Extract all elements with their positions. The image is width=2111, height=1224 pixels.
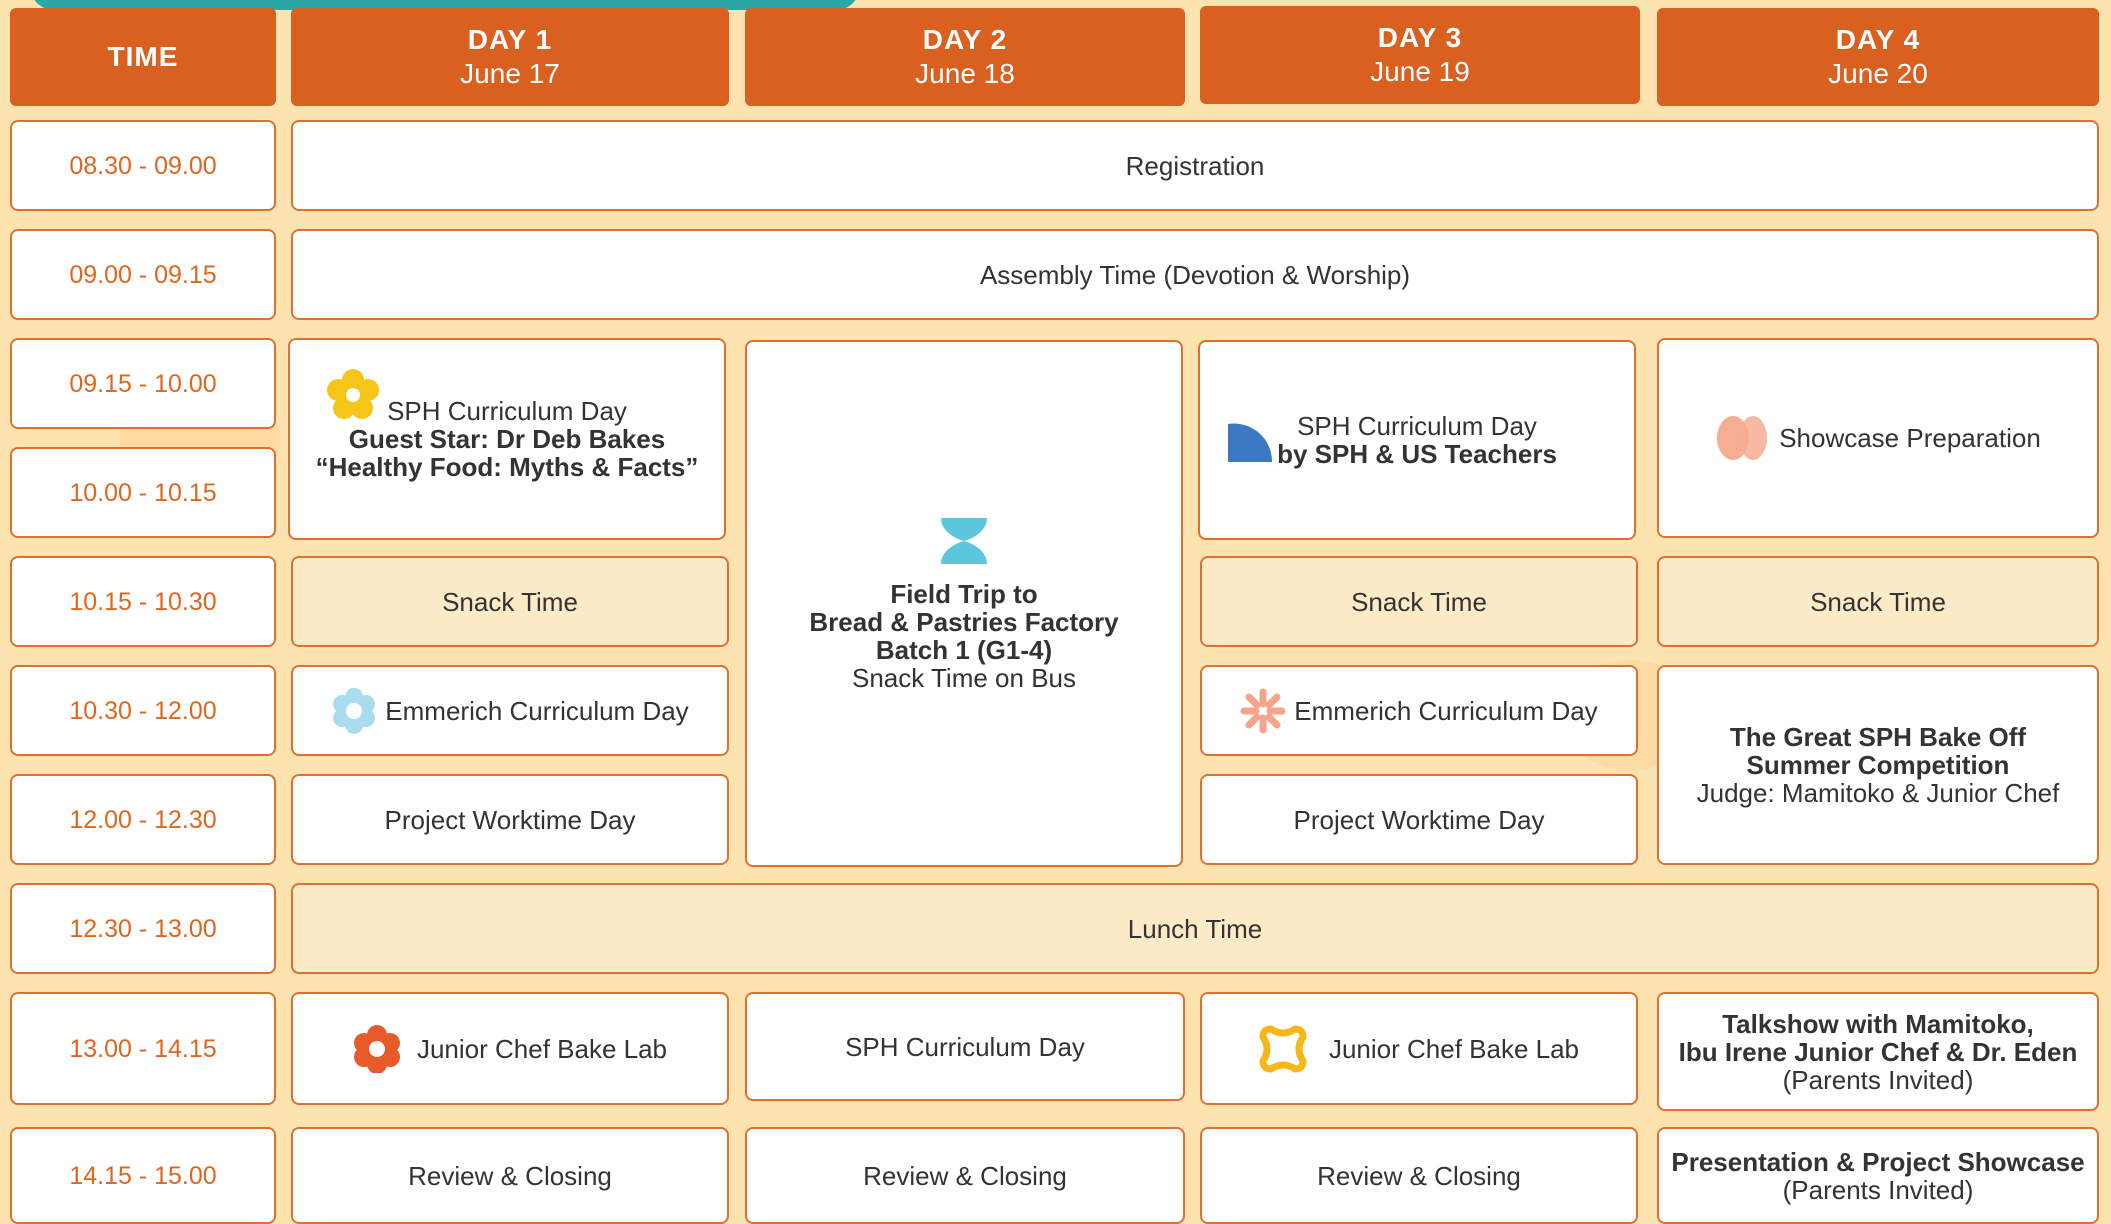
day4-talkshow-event: Talkshow with Mamitoko, Ibu Irene Junior… [1657,992,2099,1111]
time-slot: 08.30 - 09.00 [10,120,276,211]
time-slot-label: 10.15 - 10.30 [69,587,217,616]
time-slot: 10.30 - 12.00 [10,665,276,756]
day1-bakelab-event: Junior Chef Bake Lab [291,992,729,1105]
assembly-event: Assembly Time (Devotion & Worship) [291,229,2099,320]
event-note: (Parents Invited) [1782,1064,1974,1095]
event-title: Ibu Irene Junior Chef & Dr. Eden [1678,1036,2078,1067]
event-label: Snack Time [1810,586,1946,617]
peach-petals-icon [1717,416,1768,460]
day-4-header: DAY 4 June 20 [1657,8,2099,106]
lunch-event: Lunch Time [291,883,2099,974]
event-label: Emmerich Curriculum Day [1294,695,1598,726]
day4-snack-event: Snack Time [1657,556,2099,647]
day-date: June 17 [460,58,560,89]
day-3-header: DAY 3 June 19 [1200,6,1640,104]
hourglass-icon [941,517,987,564]
day2-review-event: Review & Closing [745,1127,1185,1224]
day3-snack-event: Snack Time [1200,556,1638,647]
day-label: DAY 2 [922,24,1008,55]
day3-project-event: Project Worktime Day [1200,774,1638,865]
day-label: DAY 1 [467,24,553,55]
time-slot: 10.15 - 10.30 [10,556,276,647]
event-title: Bread & Pastries Factory [809,606,1119,637]
day3-emmerich-event: Emmerich Curriculum Day [1200,665,1638,756]
time-slot: 10.00 - 10.15 [10,447,276,538]
day-date: June 18 [915,58,1015,89]
day-2-header: DAY 2 June 18 [745,8,1185,106]
time-slot-label: 09.00 - 09.15 [69,260,217,289]
time-slot-label: 10.30 - 12.00 [69,696,217,725]
event-label: SPH Curriculum Day [845,1031,1085,1062]
event-label: Assembly Time (Devotion & Worship) [979,259,1411,290]
event-title: Field Trip to [890,578,1038,609]
day-1-header: DAY 1 June 17 [291,8,729,106]
day3-curriculum-event: SPH Curriculum Day by SPH & US Teachers [1198,340,1636,540]
time-slot-label: 13.00 - 14.15 [69,1034,217,1063]
event-label: SPH Curriculum Day [387,396,627,426]
day1-snack-event: Snack Time [291,556,729,647]
time-slot: 14.15 - 15.00 [10,1127,276,1224]
event-label: Review & Closing [863,1160,1067,1191]
event-label: SPH Curriculum Day [1297,411,1537,441]
blue-flower-icon [333,687,376,734]
event-title: The Great SPH Bake Off [1729,722,2027,752]
day3-review-event: Review & Closing [1200,1127,1638,1224]
time-slot-label: 12.00 - 12.30 [69,805,217,834]
day-label: DAY 4 [1835,24,1921,55]
time-slot: 12.30 - 13.00 [10,883,276,974]
event-label: Showcase Preparation [1779,423,2041,453]
day2-fieldtrip-event: Field Trip to Bread & Pastries Factory B… [745,340,1183,867]
event-batch: Batch 1 (G1-4) [875,634,1053,665]
event-title: Presentation & Project Showcase [1671,1146,2085,1177]
event-note: Snack Time on Bus [852,662,1076,693]
peach-asterisk-icon [1240,688,1286,733]
blue-quarter-shape-icon [1228,423,1273,462]
day1-project-event: Project Worktime Day [291,774,729,865]
event-note: (Parents Invited) [1782,1174,1974,1205]
event-title: Talkshow with Mamitoko, [1722,1008,2034,1039]
event-label: Snack Time [1351,586,1487,617]
event-title: Summer Competition [1746,750,2010,780]
event-subtitle: by SPH & US Teachers [1277,439,1557,469]
time-slot: 09.15 - 10.00 [10,338,276,429]
day-date: June 19 [1370,56,1470,87]
session-title: “Healthy Food: Myths & Facts” [315,452,699,482]
time-slot: 12.00 - 12.30 [10,774,276,865]
guest-star-label: Guest Star: Dr Deb Bakes [348,424,666,454]
event-label: Registration [1125,150,1265,181]
time-slot-label: 08.30 - 09.00 [69,151,217,180]
event-label: Junior Chef Bake Lab [1328,1033,1580,1064]
day3-bakelab-event: Junior Chef Bake Lab [1200,992,1638,1105]
event-label: Project Worktime Day [384,804,636,835]
time-slot: 13.00 - 14.15 [10,992,276,1105]
event-label: Review & Closing [1317,1160,1521,1191]
day4-bakeoff-event: The Great SPH Bake Off Summer Competitio… [1657,665,2099,865]
event-label: Project Worktime Day [1293,804,1545,835]
day-date: June 20 [1828,58,1928,89]
event-label: Lunch Time [1127,913,1263,944]
event-label: Junior Chef Bake Lab [416,1033,668,1064]
day2-curriculum-event: SPH Curriculum Day [745,992,1185,1101]
time-header: TIME [10,8,276,106]
time-header-label: TIME [107,41,179,72]
yellow-flower-icon [327,369,379,419]
day4-presentation-event: Presentation & Project Showcase (Parents… [1657,1127,2099,1224]
day1-curriculum-event: SPH Curriculum Day Guest Star: Dr Deb Ba… [288,338,726,540]
time-slot: 09.00 - 09.15 [10,229,276,320]
day4-showcase-prep-event: Showcase Preparation [1657,338,2099,538]
time-slot-label: 12.30 - 13.00 [69,914,217,943]
time-slot-label: 10.00 - 10.15 [69,478,217,507]
orange-flower-icon [353,1024,400,1073]
day-label: DAY 3 [1377,22,1463,53]
yellow-squircle-icon [1259,1024,1307,1073]
event-label: Review & Closing [408,1160,612,1191]
day1-emmerich-event: Emmerich Curriculum Day [291,665,729,756]
time-slot-label: 14.15 - 15.00 [69,1161,217,1190]
registration-event: Registration [291,120,2099,211]
event-label: Emmerich Curriculum Day [385,695,689,726]
event-label: Snack Time [442,586,578,617]
event-judge: Judge: Mamitoko & Junior Chef [1696,778,2060,808]
time-slot-label: 09.15 - 10.00 [69,369,217,398]
day1-review-event: Review & Closing [291,1127,729,1224]
